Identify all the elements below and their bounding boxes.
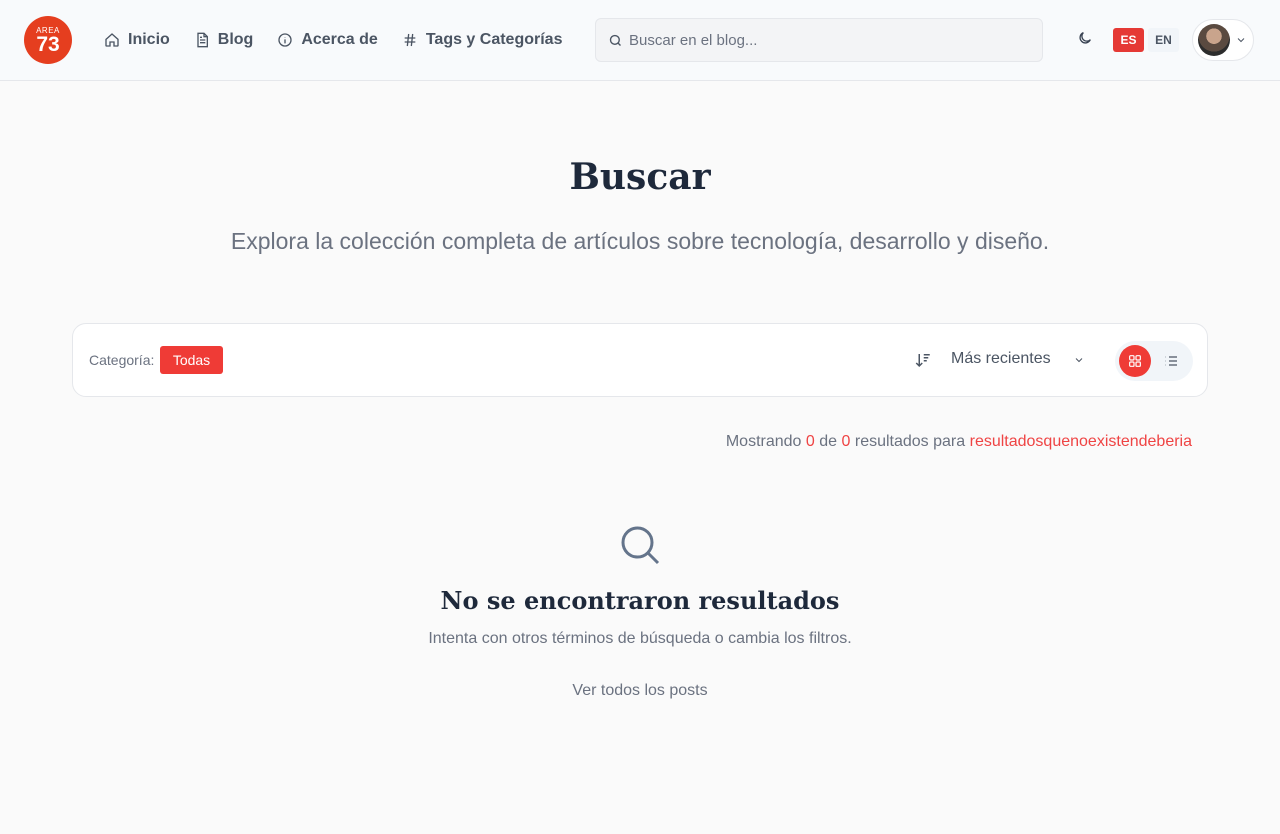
nav-item-blog[interactable]: Blog — [194, 31, 254, 49]
page-subtitle: Explora la colección completa de artícul… — [230, 228, 1050, 254]
chevron-down-icon — [1075, 358, 1083, 363]
main-nav: Inicio Blog Acerca de Tags y Categorías — [104, 28, 586, 52]
sort-descending-icon — [915, 354, 930, 368]
empty-state-title: No se encontraron resultados — [440, 586, 840, 615]
filter-bar: Categoría: Todas Más recientes — [72, 323, 1208, 397]
category-label: Categoría: — [89, 352, 155, 368]
list-icon — [1165, 356, 1177, 366]
page-title: Buscar — [569, 156, 711, 198]
site-logo[interactable]: AREA 73 — [24, 16, 72, 64]
search-icon — [621, 526, 660, 565]
nav-item-label: Inicio — [128, 31, 170, 48]
language-es-button[interactable]: ES — [1113, 28, 1144, 52]
sort-selected-value: Más recientes — [951, 350, 1051, 367]
theme-toggle-button[interactable] — [1077, 30, 1097, 50]
grid-view-button[interactable] — [1119, 345, 1151, 377]
results-query: resultadosquenoexistendeberia — [969, 433, 1192, 450]
results-shown-count: 0 — [805, 433, 815, 450]
nav-item-label: Blog — [217, 31, 254, 48]
language-en-button[interactable]: EN — [1148, 28, 1179, 52]
nav-item-inicio[interactable]: Inicio — [104, 31, 170, 49]
results-prefix: Mostrando — [725, 433, 802, 450]
results-total-count: 0 — [841, 433, 851, 450]
nav-item-label: Tags y Categorías — [425, 31, 563, 48]
info-icon — [278, 33, 292, 47]
home-icon — [105, 33, 119, 47]
category-chip-todas[interactable]: Todas — [160, 346, 223, 374]
nav-item-label: Acerca de — [301, 31, 378, 48]
top-header: AREA 73 Inicio Blog Acerca de Tags y Cat… — [0, 0, 1280, 81]
search-box[interactable] — [595, 18, 1043, 62]
avatar — [1198, 24, 1230, 56]
nav-item-acerca[interactable]: Acerca de — [277, 31, 378, 49]
grid-icon — [1129, 355, 1141, 367]
logo-number: 73 — [36, 33, 60, 56]
empty-state-description: Intenta con otros términos de búsqueda o… — [428, 630, 852, 647]
chevron-down-icon — [1237, 38, 1245, 43]
moon-icon — [1079, 32, 1091, 44]
results-of: de — [819, 433, 838, 450]
document-icon — [197, 32, 208, 48]
hash-icon — [404, 33, 416, 47]
search-icon — [609, 34, 621, 46]
view-all-posts-link[interactable]: Ver todos los posts — [572, 682, 707, 699]
results-suffix: resultados para — [854, 433, 966, 450]
view-mode-toggle — [1115, 341, 1193, 381]
user-menu-button[interactable] — [1192, 19, 1254, 61]
view-all-posts-container: Ver todos los posts — [0, 682, 1280, 700]
nav-item-tags[interactable]: Tags y Categorías — [402, 31, 563, 49]
list-view-button[interactable] — [1155, 345, 1187, 377]
search-input[interactable] — [629, 31, 1029, 49]
sort-select[interactable]: Más recientes — [951, 344, 1091, 376]
results-summary: Mostrando 0 de 0 resultados para resulta… — [726, 433, 1192, 451]
